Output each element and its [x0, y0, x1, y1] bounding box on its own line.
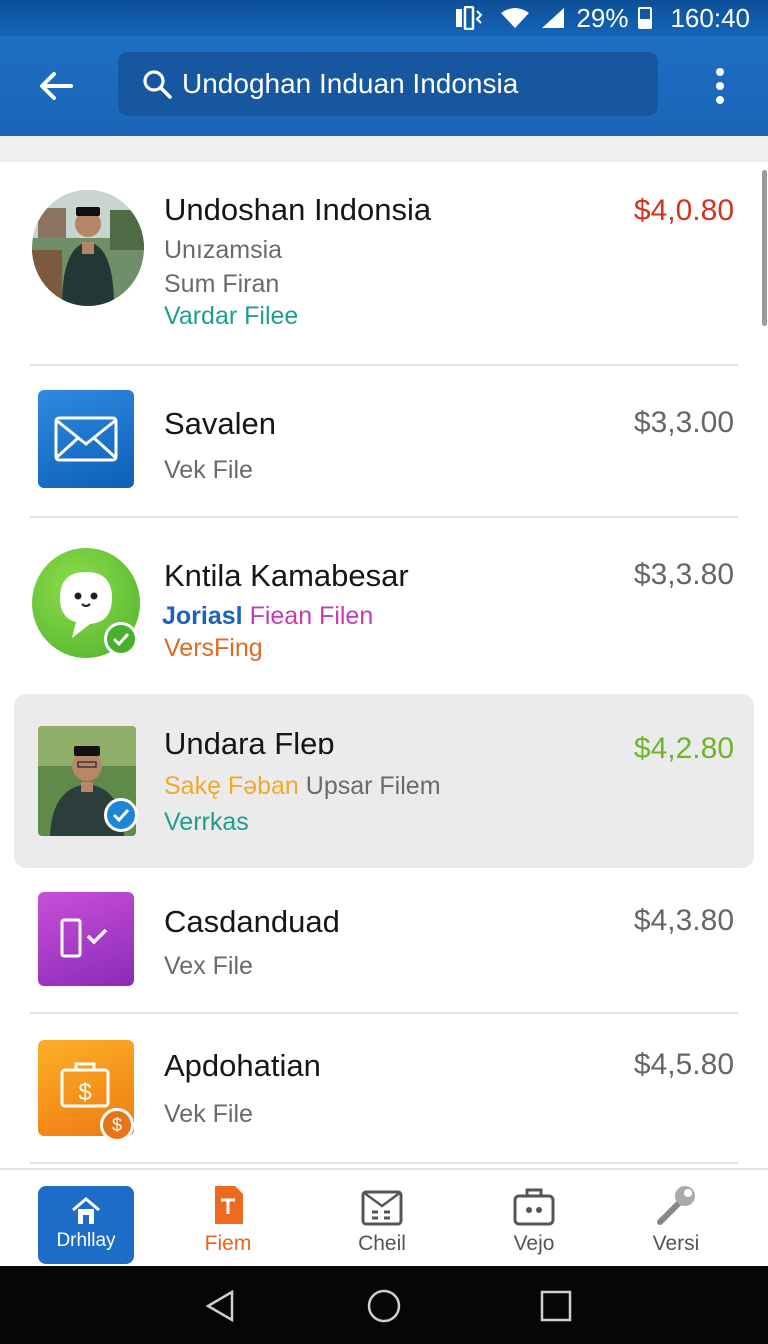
- item-tag: Verrkas: [164, 808, 249, 836]
- coin-icon: $: [100, 1108, 134, 1142]
- system-navigation-bar: [0, 1266, 768, 1344]
- nav-item-calendar[interactable]: Cheil: [332, 1184, 432, 1264]
- item-price: $4,3.80: [633, 904, 734, 937]
- item-subtitle: Vek File: [164, 456, 253, 484]
- avatar: [32, 190, 144, 306]
- search-field[interactable]: Undoghan Induan Indonsia: [118, 52, 658, 116]
- dot-icon: [716, 96, 724, 104]
- file-icon: [215, 1186, 243, 1224]
- svg-text:$: $: [78, 1079, 91, 1106]
- list-item[interactable]: Kntila Kamabesar Joriasl Fiean Filen Ver…: [0, 518, 768, 682]
- cell-signal-icon: [542, 8, 565, 28]
- clock: 160:40: [670, 2, 750, 33]
- search-input-value: Undoghan Induan Indonsia: [182, 68, 519, 99]
- item-title: Kntila Kamabesar: [164, 558, 409, 593]
- item-title: Undara Fleɒ: [164, 726, 335, 761]
- battery-icon: [638, 7, 653, 29]
- back-button[interactable]: [30, 60, 82, 112]
- item-subtitle: Vek File: [164, 1100, 253, 1128]
- tag-secondary: Upsar Filem: [305, 772, 441, 800]
- item-price: $3,3.00: [633, 406, 734, 439]
- overflow-menu-button[interactable]: [700, 62, 740, 110]
- tag-secondary: Fiean Filen: [249, 602, 374, 630]
- battery-percent: 29%: [576, 2, 629, 33]
- divider: [30, 1162, 738, 1164]
- item-subtitle: Unızamsia: [164, 236, 283, 264]
- mail-icon: [38, 390, 134, 488]
- item-tag: Vardar Filee: [164, 302, 299, 330]
- tag-primary: Joriasl: [162, 602, 243, 630]
- item-title: Undoshan Indonsia: [164, 192, 432, 227]
- item-title: Casdanduad: [164, 904, 340, 939]
- list-item[interactable]: Undoshan Indonsia Unızamsia Sum Firan Va…: [0, 162, 768, 366]
- wrench-icon: [657, 1186, 695, 1225]
- nav-item-briefcase[interactable]: Vejo: [484, 1184, 584, 1264]
- calendar-icon: [361, 1190, 403, 1226]
- item-tags: Joriasl Fiean Filen: [162, 602, 373, 631]
- recents-square-icon[interactable]: [538, 1288, 574, 1324]
- item-price: $3,3.80: [633, 558, 734, 591]
- list-item[interactable]: Casdanduad Vex File $4,3.80: [0, 870, 768, 1012]
- status-bar: 29% 160:40: [0, 0, 768, 36]
- nav-label: Drhllay: [56, 1230, 116, 1251]
- list-item[interactable]: $ $ Apdohatian Vek File $4,5.80: [0, 1014, 768, 1162]
- verified-check-icon: [104, 798, 138, 832]
- item-tag: VersFing: [164, 634, 263, 662]
- item-subtitle: Sum Firan: [164, 270, 280, 298]
- verified-check-icon: [104, 622, 138, 656]
- nav-label: Cheil: [358, 1232, 406, 1255]
- phone-check-icon: [38, 892, 134, 986]
- nav-item-tools[interactable]: Versi: [626, 1184, 726, 1264]
- bottom-navigation: Drhllay Fiem Cheil Vejo Versi: [0, 1168, 768, 1266]
- dot-icon: [716, 68, 724, 76]
- back-triangle-icon[interactable]: [202, 1288, 238, 1324]
- list-item-selected[interactable]: Undara Fleɒ Sakę Fəban Upsar Filem Verrk…: [0, 694, 768, 870]
- app-bar: Undoghan Induan Indonsia: [0, 36, 768, 136]
- item-subtitle: Vex File: [164, 952, 253, 980]
- briefcase-icon: [513, 1188, 555, 1226]
- home-icon: [72, 1197, 100, 1224]
- nav-label: Versi: [652, 1232, 700, 1255]
- list-item[interactable]: Savalen Vek File $3,3.00: [0, 366, 768, 516]
- item-price: $4,2.80: [633, 732, 734, 765]
- vibrate-icon: [456, 6, 483, 30]
- arrow-back-icon: [40, 72, 73, 100]
- home-circle-icon[interactable]: [366, 1288, 402, 1324]
- list-top-gap: [0, 136, 768, 162]
- item-tags: Sakę Fəban Upsar Filem: [164, 772, 441, 801]
- scrollbar[interactable]: [762, 170, 767, 326]
- status-icons: 29% 160:40: [454, 2, 750, 34]
- tag-primary: Sakę Fəban: [164, 772, 299, 800]
- file-list[interactable]: Undoshan Indonsia Unızamsia Sum Firan Va…: [0, 162, 768, 1168]
- nav-label: Vejo: [513, 1232, 555, 1255]
- dot-icon: [716, 82, 724, 90]
- item-price: $4,5.80: [633, 1048, 734, 1081]
- search-icon: [143, 70, 172, 99]
- wifi-icon: [501, 8, 530, 28]
- nav-item-home[interactable]: Drhllay: [38, 1186, 134, 1264]
- item-title: Apdohatian: [164, 1048, 321, 1083]
- item-price: $4,0.80: [633, 194, 734, 227]
- nav-label: Fiem: [204, 1232, 252, 1255]
- item-title: Savalen: [164, 406, 277, 441]
- nav-item-files[interactable]: Fiem: [178, 1184, 278, 1264]
